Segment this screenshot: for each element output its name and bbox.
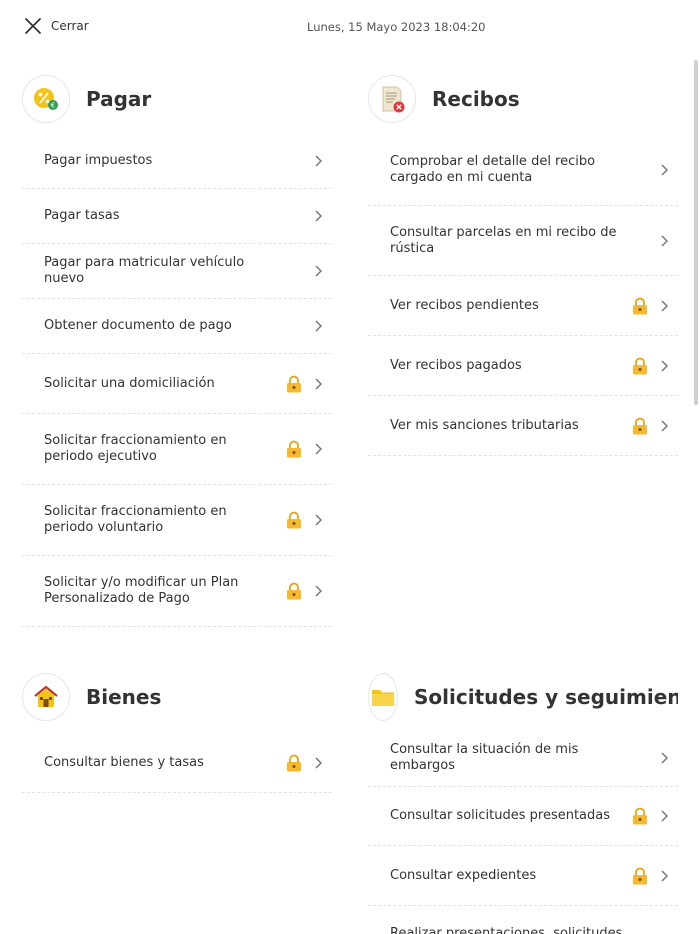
receipt-icon <box>368 75 416 123</box>
section-header: Bienes <box>22 672 332 722</box>
svg-text:€: € <box>51 102 55 110</box>
item-label: Consultar expedientes <box>390 867 537 883</box>
pagar-item-fracc-voluntario[interactable]: Solicitar fraccionamiento en periodo vol… <box>22 485 332 556</box>
lock-icon <box>633 867 647 884</box>
pagar-item-tasas[interactable]: Pagar tasas <box>22 189 332 244</box>
chevron-right-icon <box>661 810 668 822</box>
section-title: Pagar <box>86 87 152 111</box>
solicitudes-item-expedientes[interactable]: Consultar expedientes <box>368 846 678 906</box>
lock-icon <box>633 417 647 434</box>
pagar-item-matricular[interactable]: Pagar para matricular vehículo nuevo <box>22 244 332 299</box>
recibos-item-sanciones[interactable]: Ver mis sanciones tributarias <box>368 396 678 456</box>
section-recibos: Recibos Comprobar el detalle del recibo … <box>368 74 678 464</box>
folder-icon <box>368 673 398 721</box>
item-label: Pagar impuestos <box>44 153 153 168</box>
item-label: Solicitar una domiciliación <box>44 375 215 391</box>
section-header: € Pagar <box>22 74 332 124</box>
recibos-item-parcelas[interactable]: Consultar parcelas en mi recibo de rústi… <box>368 206 678 276</box>
item-label: Ver mis sanciones tributarias <box>390 417 579 433</box>
solicitudes-item-embargos[interactable]: Consultar la situación de mis embargos <box>368 729 678 787</box>
chevron-right-icon <box>661 751 668 764</box>
scrollbar[interactable] <box>694 60 698 405</box>
section-header: Solicitudes y seguimiento <box>368 672 678 722</box>
chevron-right-icon <box>315 377 322 390</box>
bienes-item-consultar[interactable]: Consultar bienes y tasas <box>22 734 332 793</box>
solicitudes-item-presentaciones[interactable]: Realizar presentaciones, solicitudes <box>368 906 678 934</box>
datetime: Lunes, 15 Mayo 2023 18:04:20 <box>307 20 486 34</box>
chevron-right-icon <box>661 234 668 247</box>
lock-icon <box>633 357 647 374</box>
chevron-right-icon <box>315 320 322 332</box>
item-label: Consultar la situación de mis embargos <box>390 741 579 773</box>
item-label: Solicitar fraccionamiento en periodo eje… <box>44 433 227 464</box>
recibos-item-detalle[interactable]: Comprobar el detalle del recibo cargado … <box>368 134 678 206</box>
house-icon <box>22 673 70 721</box>
item-label: Consultar solicitudes presentadas <box>390 808 611 823</box>
chevron-right-icon <box>661 869 668 882</box>
recibos-item-pagados[interactable]: Ver recibos pagados <box>368 336 678 396</box>
item-label: Consultar bienes y tasas <box>44 755 204 770</box>
chevron-right-icon <box>315 585 322 597</box>
item-label: Consultar parcelas en mi recibo de rústi… <box>390 224 617 256</box>
chevron-right-icon <box>661 163 668 176</box>
chevron-right-icon <box>315 443 322 455</box>
solicitudes-item-presentadas[interactable]: Consultar solicitudes presentadas <box>368 787 678 846</box>
chevron-right-icon <box>661 419 668 432</box>
pagar-item-fracc-ejecutivo[interactable]: Solicitar fraccionamiento en periodo eje… <box>22 414 332 485</box>
section-pagar: € Pagar Pagar impuestos Pagar tasas Paga… <box>22 74 332 634</box>
chevron-right-icon <box>315 155 322 167</box>
pagar-item-plan-personalizado[interactable]: Solicitar y/o modificar un Plan Personal… <box>22 556 332 627</box>
item-label: Pagar para matricular vehículo nuevo <box>44 255 245 286</box>
lock-icon <box>287 754 301 772</box>
top-bar: Cerrar Lunes, 15 Mayo 2023 18:04:20 <box>0 0 700 56</box>
percent-coin-icon: € <box>22 75 70 123</box>
chevron-right-icon <box>661 299 668 312</box>
chevron-right-icon <box>315 265 322 277</box>
item-label: Comprobar el detalle del recibo cargado … <box>390 153 596 185</box>
chevron-right-icon <box>315 210 322 222</box>
item-label: Solicitar y/o modificar un Plan Personal… <box>44 575 239 606</box>
item-label: Ver recibos pendientes <box>390 297 539 313</box>
section-title: Solicitudes y seguimiento <box>414 685 678 709</box>
lock-icon <box>287 511 301 529</box>
chevron-right-icon <box>315 514 322 526</box>
chevron-right-icon <box>661 359 668 372</box>
lock-icon <box>287 582 301 600</box>
pagar-item-documento[interactable]: Obtener documento de pago <box>22 299 332 354</box>
section-title: Bienes <box>86 685 162 709</box>
item-label: Obtener documento de pago <box>44 318 232 333</box>
item-label: Pagar tasas <box>44 208 120 223</box>
lock-icon <box>633 297 647 314</box>
lock-icon <box>287 375 301 392</box>
close-label: Cerrar <box>51 19 89 33</box>
pagar-item-domiciliacion[interactable]: Solicitar una domiciliación <box>22 354 332 414</box>
item-label: Realizar presentaciones, solicitudes <box>390 926 623 934</box>
close-icon <box>24 17 42 35</box>
item-label: Solicitar fraccionamiento en periodo vol… <box>44 504 227 535</box>
close-button[interactable]: Cerrar <box>24 17 89 35</box>
item-label: Ver recibos pagados <box>390 357 522 373</box>
section-title: Recibos <box>432 87 520 111</box>
section-header: Recibos <box>368 74 678 124</box>
recibos-item-pendientes[interactable]: Ver recibos pendientes <box>368 276 678 336</box>
section-solicitudes: Solicitudes y seguimiento Consultar la s… <box>368 672 678 934</box>
chevron-right-icon <box>315 757 322 769</box>
section-bienes: Bienes Consultar bienes y tasas <box>22 672 332 797</box>
lock-icon <box>633 807 647 825</box>
lock-icon <box>287 440 301 458</box>
pagar-item-impuestos[interactable]: Pagar impuestos <box>22 134 332 189</box>
